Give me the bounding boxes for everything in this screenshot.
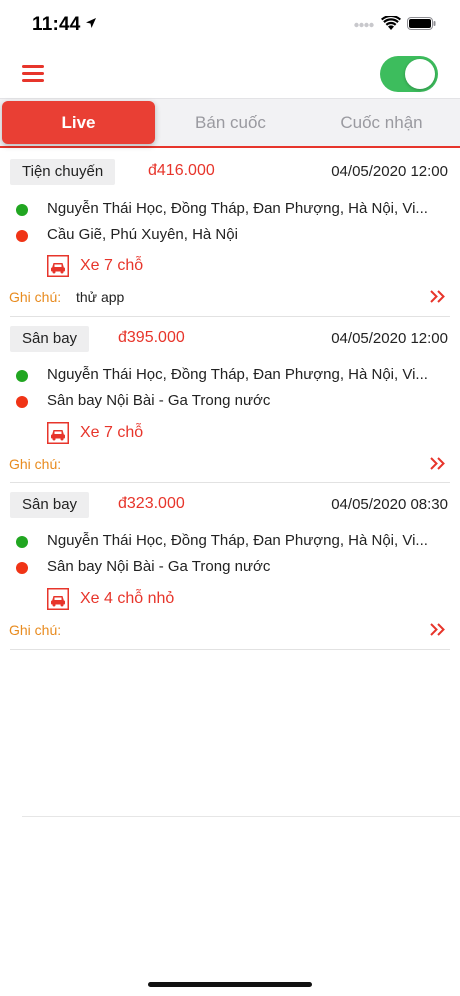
dropoff-address: Sân bay Nội Bài - Ga Trong nước — [47, 558, 271, 575]
tab-cuoc-nhan[interactable]: Cuốc nhận — [305, 99, 458, 147]
car-icon — [47, 422, 69, 444]
vehicle-type: Xe 4 chỗ nhỏ — [80, 590, 175, 607]
pickup-dot-icon — [16, 370, 28, 382]
note-text: thử app — [76, 289, 125, 305]
trip-card[interactable]: Tiện chuyến đ416.000 04/05/2020 12:00 Ng… — [9, 150, 450, 317]
location-arrow-icon — [86, 18, 96, 28]
trip-list: Tiện chuyến đ416.000 04/05/2020 12:00 Ng… — [0, 150, 460, 650]
vehicle-type: Xe 7 chỗ — [80, 257, 144, 274]
double-chevron-right-icon[interactable] — [430, 290, 446, 303]
note-label: Ghi chú: — [9, 622, 62, 638]
note-label: Ghi chú: — [9, 289, 62, 305]
dropoff-dot-icon — [16, 562, 28, 574]
trip-type-badge: Sân bay — [10, 492, 90, 518]
tab-bar: Live Bán cuốc Cuốc nhận — [0, 98, 460, 148]
trip-type-badge: Sân bay — [10, 326, 90, 352]
pickup-address: Nguyễn Thái Học, Đồng Tháp, Đan Phượng, … — [47, 200, 428, 217]
pickup-address: Nguyễn Thái Học, Đồng Tháp, Đan Phượng, … — [47, 532, 428, 549]
home-indicator[interactable] — [148, 982, 312, 987]
cellular-signal-icon — [354, 22, 374, 28]
trip-datetime: 04/05/2020 12:00 — [331, 330, 448, 347]
hamburger-menu-icon[interactable] — [22, 63, 46, 85]
status-time: 11:44 — [32, 14, 81, 35]
double-chevron-right-icon[interactable] — [430, 623, 446, 636]
trip-card[interactable]: Sân bay đ395.000 04/05/2020 12:00 Nguyễn… — [9, 317, 450, 483]
trip-type-badge: Tiện chuyến — [10, 159, 116, 185]
trip-datetime: 04/05/2020 12:00 — [331, 163, 448, 180]
note-label: Ghi chú: — [9, 456, 62, 472]
double-chevron-right-icon[interactable] — [430, 457, 446, 470]
battery-icon — [407, 17, 436, 30]
app-header — [0, 50, 460, 98]
list-footer-divider — [22, 816, 460, 817]
car-icon — [47, 255, 69, 277]
trip-price: đ323.000 — [118, 495, 185, 512]
dropoff-dot-icon — [16, 396, 28, 408]
online-toggle-switch[interactable] — [380, 56, 438, 92]
status-bar: 11:44 — [0, 0, 460, 50]
trip-price: đ395.000 — [118, 329, 185, 346]
dropoff-dot-icon — [16, 230, 28, 242]
dropoff-address: Cầu Giẽ, Phú Xuyên, Hà Nội — [47, 226, 238, 243]
trip-card[interactable]: Sân bay đ323.000 04/05/2020 08:30 Nguyễn… — [9, 483, 450, 650]
trip-price: đ416.000 — [148, 162, 215, 179]
car-icon — [47, 588, 69, 610]
pickup-address: Nguyễn Thái Học, Đồng Tháp, Đan Phượng, … — [47, 366, 428, 383]
tab-live[interactable]: Live — [2, 101, 155, 144]
pickup-dot-icon — [16, 536, 28, 548]
dropoff-address: Sân bay Nội Bài - Ga Trong nước — [47, 392, 271, 409]
trip-datetime: 04/05/2020 08:30 — [331, 496, 448, 513]
vehicle-type: Xe 7 chỗ — [80, 424, 144, 441]
pickup-dot-icon — [16, 204, 28, 216]
toggle-knob — [405, 59, 435, 89]
tab-ban-cuoc[interactable]: Bán cuốc — [154, 99, 307, 147]
wifi-icon — [381, 16, 401, 30]
